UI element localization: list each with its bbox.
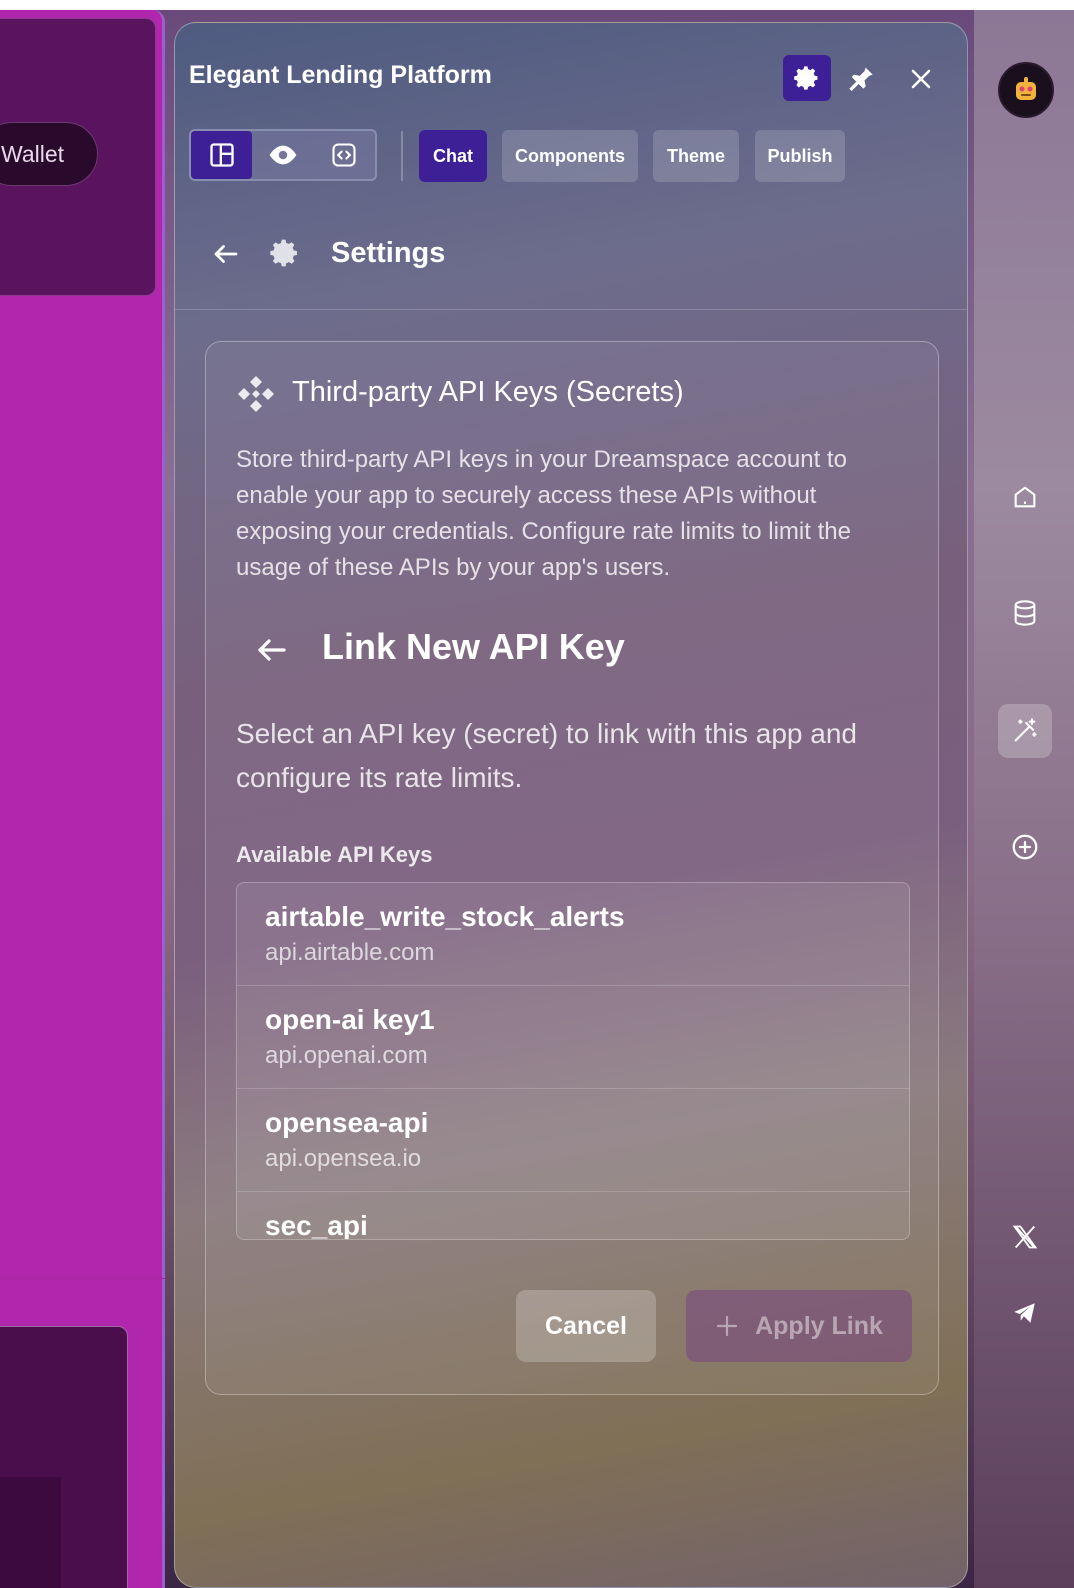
background-app: Wallet: [0, 10, 165, 1588]
layout-view-icon[interactable]: [191, 131, 252, 179]
list-item[interactable]: airtable_write_stock_alerts api.airtable…: [237, 883, 909, 986]
background-card-bottom: [0, 1326, 128, 1588]
cancel-button[interactable]: Cancel: [516, 1290, 656, 1362]
apply-link-label: Apply Link: [755, 1311, 883, 1340]
key-name: opensea-api: [265, 1107, 429, 1138]
key-name: open-ai key1: [265, 1004, 435, 1035]
add-circle-icon[interactable]: [998, 820, 1052, 874]
close-icon[interactable]: [909, 67, 933, 96]
link-api-key-description: Select an API key (secret) to link with …: [236, 718, 857, 793]
key-name: airtable_write_stock_alerts: [265, 901, 625, 932]
secrets-card: Third-party API Keys (Secrets) Store thi…: [205, 341, 939, 1395]
code-icon[interactable]: [313, 131, 374, 179]
settings-title: Settings: [331, 237, 446, 269]
back-arrow-icon[interactable]: [254, 632, 290, 673]
apply-link-button[interactable]: Apply Link: [686, 1290, 912, 1362]
database-icon[interactable]: [998, 586, 1052, 640]
background-divider: [0, 1278, 165, 1279]
eye-icon[interactable]: [252, 131, 313, 179]
editor-panel: Elegant Lending Platform Chat Components…: [174, 22, 968, 1588]
secrets-title: Third-party API Keys (Secrets): [292, 376, 684, 408]
pin-icon[interactable]: [847, 63, 875, 96]
api-key-list[interactable]: airtable_write_stock_alerts api.airtable…: [236, 882, 910, 1240]
project-title: Elegant Lending Platform: [189, 61, 492, 89]
robot-avatar-icon[interactable]: [998, 62, 1054, 118]
key-host: api.opensea.io: [265, 1145, 422, 1172]
tab-publish[interactable]: Publish: [755, 130, 845, 182]
x-logo-icon[interactable]: [998, 1210, 1052, 1264]
available-keys-label: Available API Keys: [236, 842, 433, 867]
key-host: api.openai.com: [265, 1042, 428, 1069]
tab-components[interactable]: Components: [502, 130, 638, 182]
diamond-grid-icon: [236, 374, 276, 419]
key-host: api.airtable.com: [265, 939, 435, 966]
right-rail: [974, 10, 1074, 1588]
screen: Wallet Elegant Lending Platform Chat Com…: [0, 10, 1074, 1588]
secrets-description: Store third-party API keys in your Dream…: [236, 446, 851, 581]
settings-gear-icon: [269, 237, 301, 274]
background-card-inner: [0, 1477, 61, 1588]
header-divider: [175, 309, 967, 310]
wallet-button[interactable]: Wallet: [0, 122, 98, 186]
telegram-icon[interactable]: [998, 1286, 1052, 1340]
list-item[interactable]: opensea-api api.opensea.io: [237, 1089, 909, 1192]
tab-theme[interactable]: Theme: [653, 130, 739, 182]
link-api-key-title: Link New API Key: [322, 626, 625, 667]
tab-chat[interactable]: Chat: [419, 130, 487, 182]
magic-wand-icon[interactable]: [998, 704, 1052, 758]
view-mode-toggle: [189, 129, 377, 181]
back-arrow-icon[interactable]: [211, 239, 241, 274]
list-item[interactable]: open-ai key1 api.openai.com: [237, 986, 909, 1089]
key-name: sec_api: [265, 1210, 368, 1240]
gear-icon[interactable]: [783, 55, 831, 101]
toolbar-divider: [401, 131, 403, 181]
list-item[interactable]: sec_api: [237, 1192, 909, 1240]
home-icon[interactable]: [998, 470, 1052, 524]
plus-icon: [716, 1315, 738, 1337]
